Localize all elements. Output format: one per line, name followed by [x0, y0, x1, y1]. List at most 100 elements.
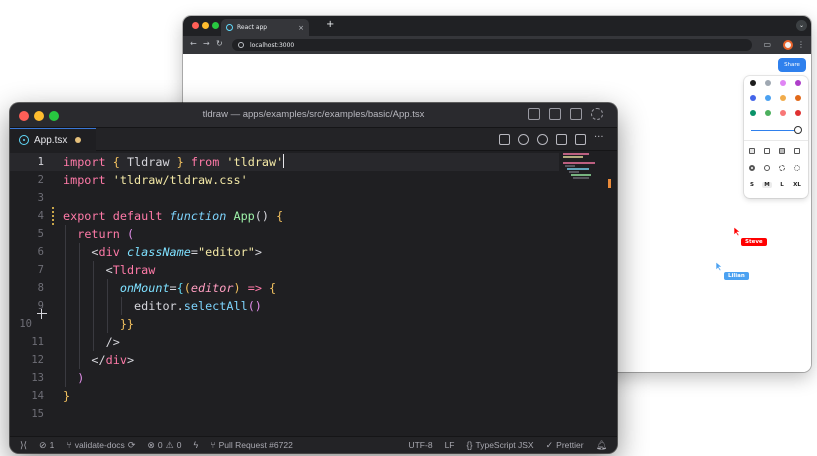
notifications-indicator[interactable]: 🔔︎: [596, 440, 607, 451]
react-favicon-icon: [226, 24, 233, 31]
git-compare-icon[interactable]: [556, 134, 567, 145]
opacity-slider-thumb[interactable]: [794, 126, 802, 134]
collaborator-cursor-lilian-icon: [715, 261, 723, 272]
minimap[interactable]: [563, 153, 607, 213]
maximize-window-button[interactable]: [212, 22, 219, 29]
line-number: 3: [37, 192, 44, 204]
color-swatch-light-blue[interactable]: [765, 95, 771, 101]
extensions-cube-icon[interactable]: [570, 108, 582, 120]
code-line-1: import { Tldraw } from 'tldraw': [63, 154, 285, 169]
problems-indicator[interactable]: ⊗ 0 ⚠ 0: [147, 440, 181, 451]
line-number: 13: [31, 372, 44, 384]
browser-menu-icon[interactable]: ⋮: [797, 40, 805, 49]
color-swatch-blue[interactable]: [750, 95, 756, 101]
status-bar-right: UTF-8 LF {} TypeScript JSX ✓ Prettier 🔔︎: [408, 440, 617, 451]
language-indicator[interactable]: {} TypeScript JSX: [466, 440, 533, 450]
fill-semi-icon[interactable]: [764, 148, 770, 154]
window-title: tldraw — apps/examples/src/examples/basi…: [202, 109, 425, 120]
dash-dashed-icon[interactable]: [779, 165, 785, 171]
pull-request-indicator[interactable]: ⑂ Pull Request #6722: [210, 440, 293, 450]
unsaved-dot-icon[interactable]: [75, 137, 82, 143]
check-circle-icon[interactable]: [518, 134, 529, 145]
code-editor[interactable]: 1 2 3 4 5 6 7 8 9 10 11 12 13 14 15 impo…: [10, 151, 617, 436]
more-actions-icon[interactable]: ···: [594, 133, 605, 145]
dash-dotted-icon[interactable]: [794, 165, 800, 171]
code-line-8: onMount={(editor) => {: [119, 281, 277, 295]
layout-controls: [528, 108, 603, 120]
forward-icon[interactable]: →: [203, 39, 210, 48]
extensions-icon[interactable]: ▭: [763, 40, 771, 49]
check-circle-icon: ⊘: [39, 439, 47, 450]
text-caret: [283, 154, 285, 168]
color-swatch-red[interactable]: [795, 110, 801, 116]
fill-none-icon[interactable]: [749, 148, 755, 154]
reload-icon[interactable]: ↻: [216, 39, 223, 48]
browser-tab-react-app[interactable]: React app ×: [221, 19, 309, 36]
line-number: 4: [37, 210, 44, 222]
line-number: 7: [37, 264, 44, 276]
tab-search-button[interactable]: ⌄: [796, 20, 807, 31]
tab-app-tsx[interactable]: App.tsx: [10, 128, 96, 151]
fill-solid-icon[interactable]: [779, 148, 785, 154]
minimize-window-button[interactable]: [202, 22, 209, 29]
color-swatch-orange[interactable]: [795, 95, 801, 101]
collaborator-name-steve: Steve: [741, 238, 767, 246]
site-info-icon[interactable]: [238, 42, 244, 48]
line-number: 15: [31, 408, 44, 420]
new-tab-button[interactable]: +: [326, 19, 334, 30]
warning-icon: ⚠: [165, 439, 174, 450]
close-tab-icon[interactable]: ×: [298, 24, 304, 32]
color-swatch-black[interactable]: [750, 80, 756, 86]
formatter-indicator[interactable]: ✓ Prettier: [546, 440, 584, 451]
color-swatch-light-green[interactable]: [765, 110, 771, 116]
color-swatch-light-violet[interactable]: [780, 80, 786, 86]
fill-pattern-icon[interactable]: [794, 148, 800, 154]
lightning-indicator[interactable]: ϟ: [193, 440, 198, 450]
ports-indicator[interactable]: ⊘ 1: [39, 440, 54, 451]
add-comment-icon[interactable]: [37, 309, 47, 319]
check-icon: ✓: [545, 439, 554, 450]
opacity-slider-track[interactable]: [751, 130, 799, 131]
dash-solid-icon[interactable]: [764, 165, 770, 171]
code-line-2: import 'tldraw/tldraw.css': [63, 173, 248, 187]
line-number: 2: [37, 174, 44, 186]
code-line-6: <div className="editor">: [91, 245, 262, 259]
color-swatch-violet[interactable]: [795, 80, 801, 86]
size-option-s[interactable]: S: [747, 182, 757, 188]
size-option-xl[interactable]: XL: [792, 182, 802, 188]
copilot-icon[interactable]: [537, 134, 548, 145]
color-swatch-light-red[interactable]: [780, 110, 786, 116]
toggle-panel-icon[interactable]: [549, 108, 561, 120]
lightning-icon: ϟ: [193, 440, 199, 450]
eol-indicator[interactable]: LF: [445, 440, 455, 450]
line-number: 11: [31, 336, 44, 348]
sync-icon: ⟳: [127, 439, 136, 450]
react-file-icon: [19, 135, 29, 145]
remote-indicator[interactable]: ⟩⟨: [20, 440, 27, 451]
dash-draw-icon[interactable]: [749, 165, 755, 171]
panel-divider: [744, 140, 808, 141]
profile-avatar[interactable]: [783, 40, 793, 50]
close-window-button[interactable]: [192, 22, 199, 29]
toggle-sidebar-icon[interactable]: [528, 108, 540, 120]
style-panel: S M L XL: [744, 76, 808, 198]
branch-indicator[interactable]: ⑂ validate-docs ⟳: [66, 440, 135, 451]
color-swatch-grey[interactable]: [765, 80, 771, 86]
color-swatch-yellow[interactable]: [780, 95, 786, 101]
back-icon[interactable]: ←: [190, 39, 197, 48]
settings-gear-icon[interactable]: [591, 108, 603, 120]
code-line-11: />: [105, 335, 120, 349]
share-button[interactable]: Share: [778, 58, 806, 72]
scrollbar-marker[interactable]: [608, 179, 611, 188]
remote-icon: ⟩⟨: [20, 439, 28, 450]
url-input[interactable]: localhost:3000: [232, 39, 752, 51]
color-swatch-green[interactable]: [750, 110, 756, 116]
size-option-m[interactable]: M: [762, 182, 772, 188]
comment-icon[interactable]: [499, 134, 510, 145]
split-editor-icon[interactable]: [575, 134, 586, 145]
size-option-l[interactable]: L: [777, 182, 787, 188]
collaborator-name-lilian: Lilian: [724, 272, 749, 280]
line-number: 8: [37, 282, 44, 294]
encoding-indicator[interactable]: UTF-8: [408, 440, 432, 450]
bell-icon: 🔔︎: [595, 439, 607, 450]
